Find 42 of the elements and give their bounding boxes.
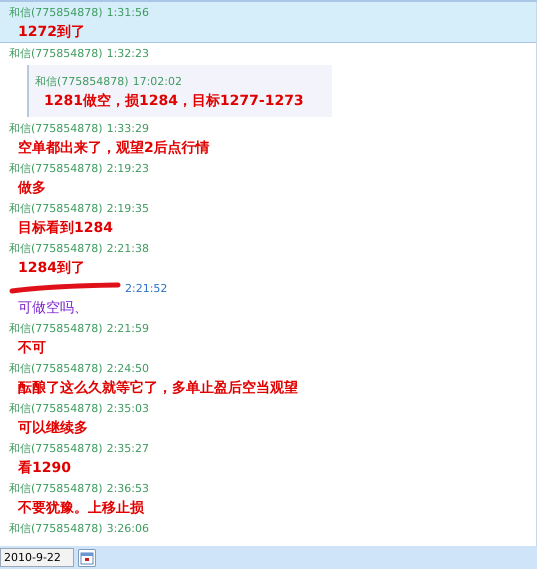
message-time: 2:35:27 <box>106 442 149 454</box>
sender-name: 和信(775854878) <box>9 440 103 456</box>
message-time: 17:02:02 <box>132 74 182 88</box>
message-time: 2:21:38 <box>106 242 149 254</box>
message-text: 做多 <box>16 179 47 198</box>
message-time: 2:19:23 <box>106 162 149 174</box>
message-time: 2:36:53 <box>106 482 149 494</box>
message-text: 可做空吗、 <box>17 299 89 318</box>
message-time: 2:21:52 <box>125 282 168 294</box>
sender-name: 和信(775854878) <box>9 4 103 20</box>
message-text: 看1290 <box>16 459 72 478</box>
sender-name: 和信(775854878) <box>9 400 103 416</box>
sender-name: 和信(775854878) <box>9 160 103 176</box>
message-text: 不可 <box>16 339 47 358</box>
message-text: 1281做空，损1284，目标1277-1273 <box>43 92 305 111</box>
message-text: 酝酿了这么久就等它了，多单止盈后空当观望 <box>17 378 299 398</box>
message-time: 2:24:50 <box>106 362 149 374</box>
message-text: 1284到了 <box>17 259 86 278</box>
sender-name: 和信(775854878) <box>35 74 129 88</box>
message-text: 1272到了 <box>17 23 86 42</box>
sender-name: 和信(775854878) <box>9 120 103 136</box>
calendar-icon <box>80 550 94 564</box>
sender-name: 和信(775854878) <box>9 480 103 496</box>
message-time: 2:21:59 <box>106 322 149 334</box>
message-time: 2:35:03 <box>106 402 149 414</box>
message-text: 不要犹豫。上移止损 <box>16 499 145 518</box>
date-field[interactable]: 2010-9-22 <box>0 548 74 567</box>
message-time: 3:26:06 <box>106 522 149 534</box>
sender-name: 和信(775854878) <box>9 46 103 60</box>
message-text: 空单都出来了，观望2后点行情 <box>17 138 211 158</box>
message-time: 2:19:35 <box>106 202 149 214</box>
sender-name: 和信(775854878) <box>9 360 103 376</box>
message-time: 1:33:29 <box>106 122 149 134</box>
sender-name: 和信(775854878) <box>9 200 103 216</box>
message-time: 1:32:23 <box>106 46 149 60</box>
message-time: 1:31:56 <box>106 6 149 18</box>
message-text: 可以继续多 <box>17 419 89 438</box>
sender-name: 和信(775854878) <box>9 240 103 256</box>
calendar-button[interactable] <box>78 548 96 566</box>
sender-name: 和信(775854878) <box>9 320 103 336</box>
sender-name: 和信(775854878) <box>9 520 103 536</box>
message-text: 目标看到1284 <box>17 219 114 238</box>
